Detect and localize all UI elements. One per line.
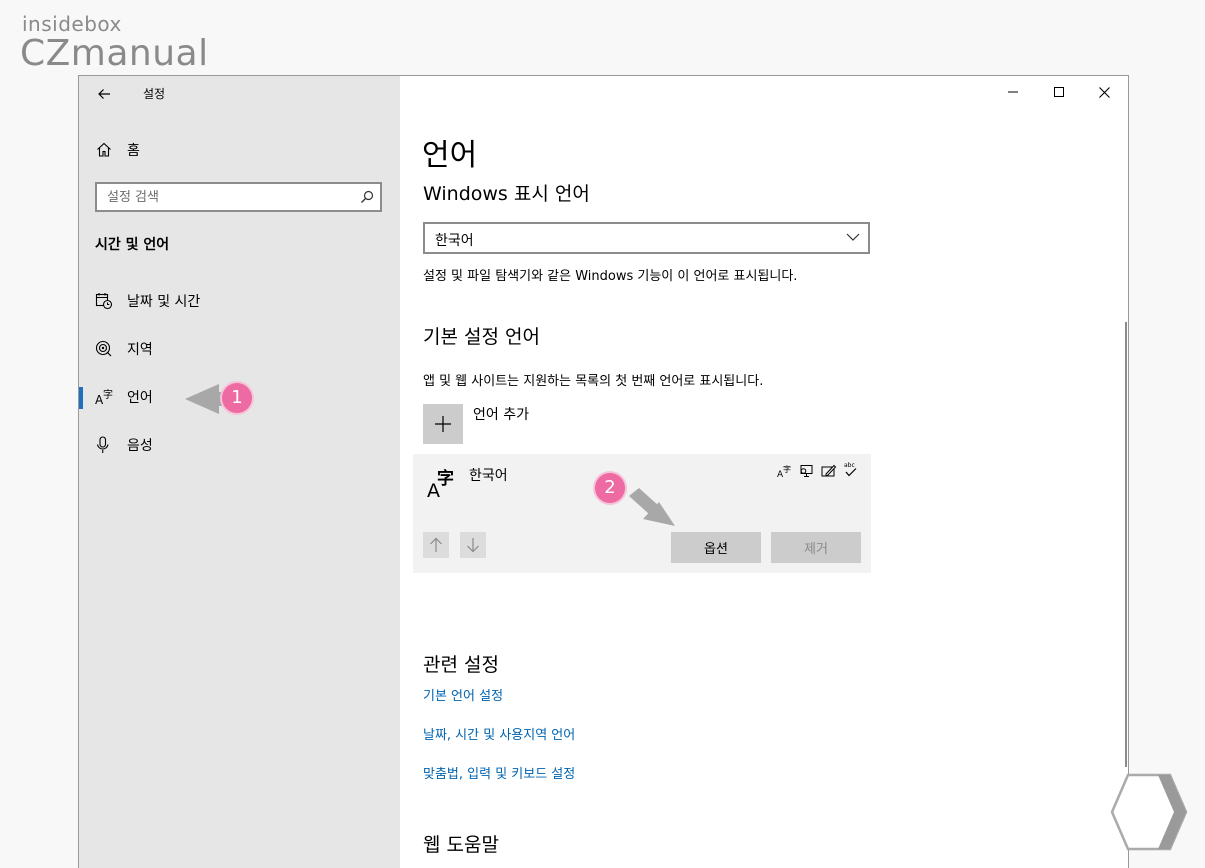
- options-button[interactable]: 옵션: [671, 532, 761, 563]
- sidebar-item-label: 날짜 및 시간: [127, 294, 201, 310]
- preferred-languages-description: 앱 및 웹 사이트는 지원하는 목록의 첫 번째 언어로 표시됩니다.: [423, 374, 764, 389]
- display-language-icon: A 字: [777, 464, 791, 478]
- active-indicator: [79, 387, 83, 409]
- home-icon: [97, 142, 111, 157]
- move-up-button[interactable]: [423, 532, 449, 558]
- sidebar-item-home[interactable]: 홈: [79, 134, 400, 164]
- maximize-button[interactable]: [1036, 76, 1082, 108]
- language-glyph-icon: A 字: [427, 468, 454, 500]
- sidebar-item-date-time[interactable]: 날짜 및 시간: [79, 283, 400, 319]
- sidebar-item-region[interactable]: 지역: [79, 331, 400, 367]
- sidebar-item-label: 언어: [127, 390, 153, 406]
- sidebar-item-speech[interactable]: 음성: [79, 427, 400, 463]
- preferred-languages-heading: 기본 설정 언어: [423, 326, 540, 348]
- link-date-time-region-language[interactable]: 날짜, 시간 및 사용지역 언어: [423, 724, 575, 743]
- callout-badge: 1: [222, 383, 252, 413]
- link-region-language-settings[interactable]: 기본 언어 설정: [423, 685, 503, 704]
- language-list-item[interactable]: A 字 한국어 A 字 abc 옵션 제거 2: [413, 454, 871, 573]
- remove-button[interactable]: 제거: [771, 532, 861, 563]
- sidebar-item-label: 음성: [127, 438, 153, 454]
- main-content: 언어 Windows 표시 언어 한국어 설정 및 파일 탐색기와 같은 Win…: [400, 76, 1128, 868]
- handwriting-icon: [821, 464, 837, 477]
- sidebar-section-title: 시간 및 언어: [95, 237, 170, 253]
- svg-text:字: 字: [103, 388, 113, 401]
- back-button[interactable]: [89, 80, 119, 108]
- close-button[interactable]: [1082, 76, 1128, 108]
- minimize-icon: [1008, 91, 1018, 93]
- hexagon-logo-icon: [1110, 773, 1188, 851]
- spellcheck-icon: abc: [844, 462, 857, 477]
- settings-search: [95, 182, 382, 212]
- microphone-icon: [96, 436, 109, 453]
- globe-region-icon: [95, 340, 112, 357]
- svg-text:字: 字: [437, 468, 454, 489]
- add-language-button[interactable]: [423, 404, 463, 444]
- window-title: 설정: [143, 87, 166, 101]
- minimize-button[interactable]: [990, 76, 1036, 108]
- link-spelling-typing-keyboard[interactable]: 맞춤법, 입력 및 키보드 설정: [423, 763, 575, 782]
- calendar-clock-icon: [95, 293, 113, 310]
- settings-window: 설정 홈 시간 및 언어 날짜 및 시간: [78, 75, 1129, 868]
- display-language-dropdown[interactable]: 한국어: [423, 222, 870, 254]
- dropdown-value: 한국어: [435, 233, 474, 249]
- speech-icon: [800, 465, 813, 477]
- language-icon: A 字: [95, 388, 113, 406]
- page-title: 언어: [422, 138, 478, 173]
- search-icon[interactable]: [360, 190, 374, 204]
- svg-text:字: 字: [783, 464, 791, 474]
- brand-title: CZmanual: [20, 33, 209, 74]
- move-down-button[interactable]: [460, 532, 486, 558]
- arrow-down-icon: [467, 538, 479, 553]
- add-language-label[interactable]: 언어 추가: [473, 404, 529, 424]
- callout-badge: 2: [595, 473, 625, 503]
- close-icon: [1099, 87, 1110, 98]
- language-name: 한국어: [469, 468, 508, 484]
- plus-icon: [435, 416, 451, 432]
- sidebar: 설정 홈 시간 및 언어 날짜 및 시간: [79, 76, 400, 868]
- callout-pointer-arrow-icon: [629, 488, 675, 526]
- related-settings-heading: 관련 설정: [423, 654, 499, 676]
- back-arrow-icon: [98, 89, 110, 99]
- web-help-heading: 웹 도움말: [423, 834, 499, 856]
- svg-text:abc: abc: [844, 462, 855, 469]
- display-language-heading: Windows 표시 언어: [423, 183, 590, 205]
- chevron-down-icon: [846, 233, 860, 241]
- maximize-icon: [1054, 87, 1064, 97]
- sidebar-item-label: 홈: [127, 143, 140, 159]
- display-language-description: 설정 및 파일 탐색기와 같은 Windows 기능이 이 언어로 표시됩니다.: [423, 269, 798, 284]
- scrollbar[interactable]: [1125, 322, 1127, 767]
- search-input[interactable]: [97, 184, 357, 210]
- arrow-up-icon: [430, 537, 442, 552]
- sidebar-item-label: 지역: [127, 342, 153, 358]
